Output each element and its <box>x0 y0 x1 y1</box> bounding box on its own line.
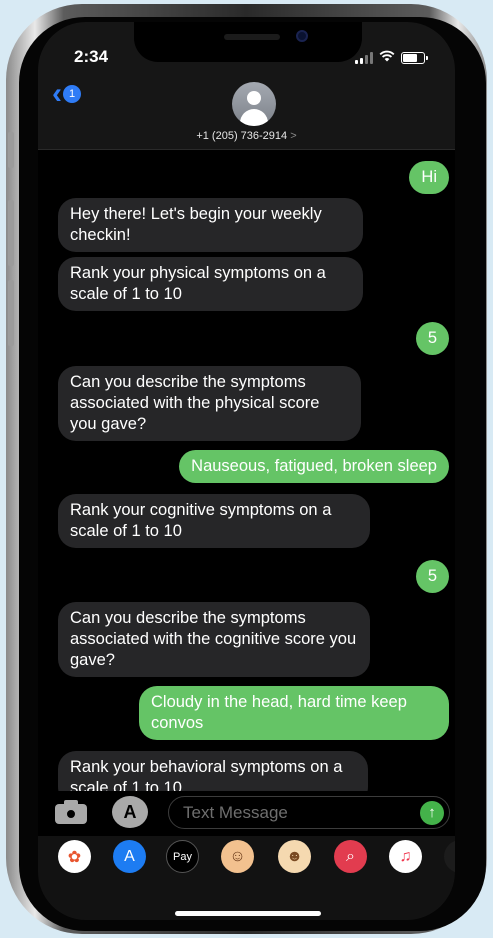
message-bubble-outgoing[interactable]: Cloudy in the head, hard time keep convo… <box>139 686 449 740</box>
earpiece-speaker <box>224 34 280 40</box>
animoji-monkey-icon[interactable]: ☻ <box>278 840 311 873</box>
message-input-field[interactable]: ↑ <box>168 796 450 829</box>
status-time: 2:34 <box>74 47 109 66</box>
app-store-icon[interactable]: A <box>113 840 146 873</box>
photos-app-icon[interactable]: ✿ <box>58 840 91 873</box>
contact-number: +1 (205) 736-2914 <box>196 130 288 142</box>
message-bubble-outgoing[interactable]: 5 <box>415 560 449 593</box>
message-bubble-incoming[interactable]: Can you describe the symptoms associated… <box>58 366 361 441</box>
home-indicator[interactable] <box>175 911 321 916</box>
volume-down-button <box>8 280 14 346</box>
volume-up-button <box>8 200 14 266</box>
message-input[interactable] <box>183 803 403 823</box>
unread-badge: 1 <box>63 85 81 103</box>
apple-pay-icon[interactable]: Pay <box>166 840 199 873</box>
message-bubble-incoming[interactable]: Rank your behavioral symptoms on a scale… <box>58 751 368 791</box>
app-drawer: ✿ A Pay ☺ ☻ ⌕ ♫ ♥ <box>38 836 455 920</box>
silent-switch <box>8 132 14 168</box>
contact-name-button[interactable]: +1 (205) 736-2914 > <box>38 130 455 142</box>
app-store-glyph-icon: A <box>123 801 137 822</box>
contact-chevron-icon: > <box>290 130 297 142</box>
contact-avatar[interactable] <box>232 82 276 126</box>
battery-icon <box>401 51 428 64</box>
back-chevron-icon: ‹ <box>52 77 62 110</box>
message-bubble-outgoing[interactable]: Hi <box>409 161 449 194</box>
cellular-signal-icon <box>355 51 373 64</box>
message-bubble-incoming[interactable]: Rank your physical symptoms on a scale o… <box>58 257 363 311</box>
message-bubble-incoming[interactable]: Rank your cognitive symptoms on a scale … <box>58 494 370 548</box>
messages-screen: 2:34 ‹ 1 +1 (205) 736-2914 > Hi Hey ther… <box>38 22 455 920</box>
message-thread[interactable]: Hi Hey there! Let's begin your weekly ch… <box>38 151 455 791</box>
status-icons <box>355 50 428 65</box>
memoji-icon[interactable]: ☺ <box>221 840 254 873</box>
app-store-button[interactable]: A <box>112 796 148 828</box>
message-composer: A ↑ <box>38 792 455 836</box>
music-app-icon[interactable]: ♫ <box>389 840 422 873</box>
front-camera <box>296 30 308 42</box>
send-button[interactable]: ↑ <box>420 801 444 825</box>
image-search-icon[interactable]: ⌕ <box>334 840 367 873</box>
back-button[interactable]: ‹ 1 <box>52 77 81 110</box>
digital-touch-icon[interactable]: ♥ <box>444 840 455 873</box>
notch <box>134 22 362 62</box>
camera-button[interactable] <box>53 798 89 826</box>
message-bubble-outgoing[interactable]: Nauseous, fatigued, broken sleep <box>179 450 449 483</box>
message-bubble-outgoing[interactable]: 5 <box>415 322 449 355</box>
message-bubble-incoming[interactable]: Can you describe the symptoms associated… <box>58 602 370 677</box>
message-bubble-incoming[interactable]: Hey there! Let's begin your weekly check… <box>58 198 363 252</box>
wifi-icon <box>379 50 395 65</box>
